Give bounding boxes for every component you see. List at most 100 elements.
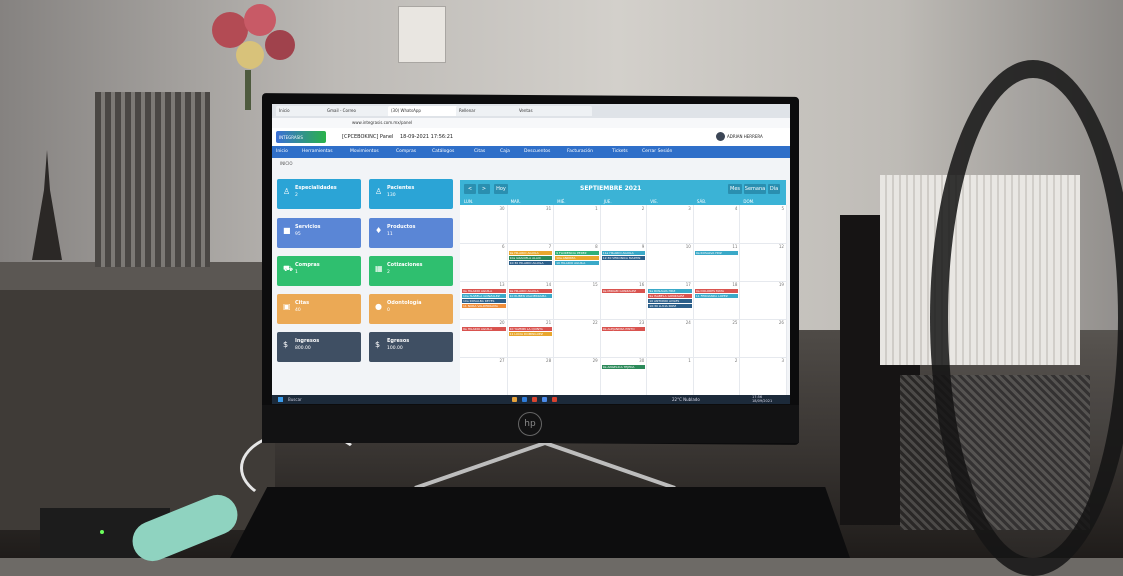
calendar-day-cell[interactable]: 2 [599, 205, 648, 244]
calendar-event[interactable]: 12:30 VERONICA MARTIN [601, 256, 646, 260]
nav-item-herramientas[interactable]: Herramientas [302, 148, 333, 156]
calendar-event[interactable]: 10:30 LUCIA PAEZ [648, 304, 692, 308]
nav-item-citas[interactable]: Citas [474, 148, 485, 156]
calendar-day-cell[interactable]: 20 [460, 319, 508, 358]
calendar-day-cell[interactable]: 1 [553, 205, 601, 244]
card-egresos[interactable]: $ Egresos 100.00 [369, 332, 453, 362]
calendar-day-cell[interactable]: 21 [506, 319, 555, 358]
nav-item-caja[interactable]: Caja [500, 148, 510, 156]
nav-item-inicio[interactable]: Inicio [276, 148, 288, 156]
calendar-day-cell[interactable]: 10 [646, 243, 694, 282]
taskbar-search[interactable]: Buscar [288, 397, 302, 402]
card-cotizaciones[interactable]: ▦ Cotizaciones 2 [369, 256, 453, 286]
view-week-button[interactable]: Semana [744, 184, 766, 194]
calendar-day-cell[interactable]: 31 [506, 205, 555, 244]
weather-widget[interactable]: 22°C Nublado [672, 397, 700, 402]
calendar-event[interactable]: 9a HILARIO AGUILA [462, 327, 506, 331]
calendar-day-cell[interactable]: 5 [739, 205, 787, 244]
calendar-day-cell[interactable]: 18 [692, 281, 741, 320]
calendar-day-cell[interactable]: 27 [460, 357, 508, 396]
calendar-event[interactable]: 10a ANDREA [555, 256, 599, 260]
calendar-event[interactable]: 10 ANTONIO AVILES [648, 299, 692, 303]
calendar-day-cell[interactable]: 4 [692, 205, 741, 244]
nav-item-descuentos[interactable]: Descuentos [524, 148, 550, 156]
calendar-event[interactable]: 9a HILARIO AGUILA [508, 251, 553, 255]
calendar-day-cell[interactable]: 11 [692, 243, 741, 282]
card-ingresos[interactable]: $ Ingresos 800.00 [277, 332, 361, 362]
calendar-day-cell[interactable]: 22 [553, 319, 601, 358]
calendar-day-cell[interactable]: 3 [739, 357, 787, 396]
view-day-button[interactable]: Día [768, 184, 780, 194]
calendar-event[interactable]: 9a ROSALVA HDZ [694, 251, 739, 255]
folder-icon[interactable] [512, 397, 517, 402]
nav-item-tickets[interactable]: Tickets [612, 148, 628, 156]
keyboard[interactable] [230, 487, 850, 558]
calendar-day-cell[interactable]: 9 [599, 243, 648, 282]
calendar-day-cell[interactable]: 19 [739, 281, 787, 320]
calendar-day-cell[interactable]: 14 [506, 281, 555, 320]
calendar-event[interactable]: 9 FLORENCIA PEREZ [555, 251, 599, 255]
calendar-day-cell[interactable]: 28 [506, 357, 555, 396]
address-bar[interactable]: www.integrasis.com.mx/panel [352, 120, 652, 126]
calendar-event[interactable]: 11a HILARIO AGUILA [601, 251, 646, 255]
card-servicios[interactable]: ■ Servicios 95 [277, 218, 361, 248]
calendar-event[interactable]: 10:30 HILARIO AGUILA [508, 261, 553, 265]
card-especialidades[interactable]: ♙ Especialidades 2 [277, 179, 361, 209]
edge-icon[interactable] [522, 397, 527, 402]
calendar-day-cell[interactable]: 23 [599, 319, 648, 358]
calendar-event[interactable]: 10 RUBEN VALDERRAMA [508, 294, 553, 298]
nav-item-compras[interactable]: Compras [396, 148, 416, 156]
calendar-event[interactable]: 11 LUCIA DOMINGUEZ [508, 332, 553, 336]
user-name[interactable]: ADRIAN HERRERA [727, 134, 763, 139]
chrome-icon[interactable] [532, 397, 537, 402]
calendar-day-cell[interactable]: 16 [599, 281, 648, 320]
calendar-event[interactable]: 11 FERNANDA LOPEZ [694, 294, 739, 298]
avatar[interactable] [716, 132, 725, 141]
calendar-day-cell[interactable]: 1 [646, 357, 694, 396]
card-pacientes[interactable]: ♙ Pacientes 130 [369, 179, 453, 209]
calendar-event[interactable]: 9a DOLORES MATA [694, 289, 739, 293]
calendar-event[interactable]: 11 NORA VALDERRAMA [462, 304, 506, 308]
word-icon[interactable] [542, 397, 547, 402]
browser-tab[interactable]: Gmail - Correo [324, 106, 390, 116]
calendar-event[interactable]: 9a MIRIAM GONZALEZ [601, 289, 646, 293]
calendar-event[interactable]: 9a ROSALVA HDZ [648, 289, 692, 293]
card-productos[interactable]: ♦ Productos 11 [369, 218, 453, 248]
windows-start-icon[interactable] [278, 397, 283, 402]
calendar-day-cell[interactable]: 30 [599, 357, 648, 396]
calendar-event[interactable]: 10 HILARIO AGUILA [555, 261, 599, 265]
calendar-day-cell[interactable]: 30 [460, 205, 508, 244]
next-month-button[interactable]: > [478, 184, 490, 194]
calendar-day-cell[interactable]: 2 [692, 357, 741, 396]
calendar-day-cell[interactable]: 6 [460, 243, 508, 282]
calendar-day-cell[interactable]: 3 [646, 205, 694, 244]
app-icon[interactable] [552, 397, 557, 402]
nav-item-catalogos[interactable]: Catálogos [432, 148, 454, 156]
clock[interactable]: 17:56 18/09/2021 [752, 395, 772, 403]
calendar-event[interactable]: 9a ALEJANDRA PINTO [601, 327, 646, 331]
calendar-event[interactable]: 10a ROSALBA REYES [462, 299, 506, 303]
calendar-event[interactable]: 9a HILARIO AGUILA [508, 289, 553, 293]
browser-tab[interactable]: Rellenar [456, 106, 518, 116]
calendar-day-cell[interactable]: 29 [553, 357, 601, 396]
calendar-event[interactable]: 9a HILARIO AGUILA [462, 289, 506, 293]
calendar-event[interactable]: 9a ANGELICA TEJEDA [601, 365, 646, 369]
card-odontologia[interactable]: ● Odontología 0 [369, 294, 453, 324]
nav-item-cerrar-sesion[interactable]: Cerrar Sesión [642, 148, 672, 156]
calendar-event[interactable]: 10 YAZMIN LA QUINTA [508, 327, 553, 331]
view-month-button[interactable]: Mes [728, 184, 742, 194]
calendar-event[interactable]: 9a ISABELA GONZALEZ [648, 294, 692, 298]
calendar-day-cell[interactable]: 12 [739, 243, 787, 282]
browser-tab[interactable]: Inicio [276, 106, 326, 116]
card-citas[interactable]: ▣ Citas 40 [277, 294, 361, 324]
calendar-event[interactable]: 10a ISABELA GONZALEZ [462, 294, 506, 298]
prev-month-button[interactable]: < [464, 184, 476, 194]
card-compras[interactable]: ⛟ Compras 1 [277, 256, 361, 286]
nav-item-movimientos[interactable]: Movimientos [350, 148, 379, 156]
calendar-day-cell[interactable]: 15 [553, 281, 601, 320]
browser-tab[interactable]: Ventas [516, 106, 592, 116]
calendar-day-cell[interactable]: 24 [646, 319, 694, 358]
browser-tab[interactable]: (30) WhatsApp [388, 106, 458, 116]
today-button[interactable]: Hoy [494, 184, 508, 194]
calendar-day-cell[interactable]: 25 [692, 319, 741, 358]
